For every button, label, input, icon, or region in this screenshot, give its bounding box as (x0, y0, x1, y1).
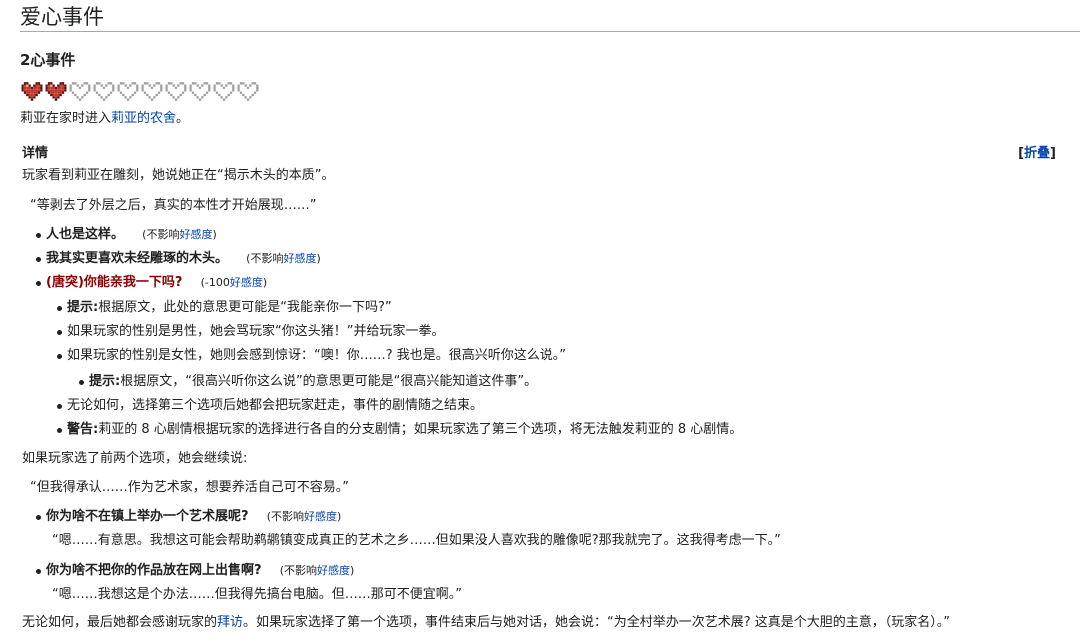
bullet (36, 569, 41, 574)
option-art-show-note: (不影响好感度) (267, 510, 342, 523)
collapse-link[interactable]: 折叠 (1024, 146, 1050, 161)
hint-1: 提示:根据原文，此处的意思更可能是“我能亲你一下吗?” (67, 299, 392, 317)
farmhouse-link[interactable]: 莉亚的农舍 (111, 111, 176, 126)
heart-empty-icon (69, 82, 91, 101)
heart-empty-icon (93, 82, 115, 101)
location-prefix: 莉亚在家时进入 (20, 111, 112, 126)
male-reaction: 如果玩家的性别是男性，她会骂玩家“你这头猪！”并给玩家一拳。 (67, 324, 445, 339)
note-suffix: ) (262, 276, 268, 289)
bullet (36, 257, 41, 262)
option-2[interactable]: 我其实更喜欢未经雕琢的木头。 (不影响好感度) (46, 250, 321, 268)
affection-link[interactable]: 好感度 (304, 510, 337, 523)
page-title: 爱心事件 (20, 5, 104, 29)
option-art-show[interactable]: 你为啥不在镇上举办一个艺术展呢? (不影响好感度) (46, 508, 341, 526)
affection-link[interactable]: 好感度 (283, 252, 316, 265)
outcome-note: 无论如何，选择第三个选项后她都会把玩家赶走，事件的剧情随之结束。 (67, 398, 484, 413)
toggle-bracket-close: ] (1050, 146, 1056, 161)
bullet (36, 233, 41, 238)
female-reaction: 如果玩家的性别是女性，她则会感到惊讶：“噢！你……? 我也是。很高兴听你这么说。… (67, 348, 567, 363)
quote-2: “但我得承认……作为艺术家，想要养活自己可不容易。” (30, 480, 349, 495)
visit-link[interactable]: 拜访 (217, 615, 243, 630)
affection-link[interactable]: 好感度 (317, 564, 350, 577)
note-prefix: (不影响 (266, 510, 304, 523)
final-text: 无论如何，最后她都会感谢玩家的拜访。如果玩家选择了第一个选项，事件结束后与她对话… (22, 614, 950, 632)
option-online-sale[interactable]: 你为啥不把你的作品放在网上出售啊? (不影响好感度) (46, 562, 354, 580)
option-3[interactable]: (唐突)你能亲我一下吗? (-100好感度) (46, 274, 267, 292)
note-prefix: (不影响 (142, 228, 180, 241)
option-1-text: 人也是这样。 (46, 227, 125, 242)
note-suffix: ) (349, 564, 355, 577)
heart-filled-icon (21, 82, 43, 101)
quote-1: “等剥去了外层之后，真实的本性才开始展现……” (30, 198, 317, 213)
option-3-text: (唐突)你能亲我一下吗? (46, 275, 183, 290)
heart-empty-icon (117, 82, 139, 101)
heart-empty-icon (165, 82, 187, 101)
affection-link[interactable]: 好感度 (230, 276, 263, 289)
title-divider (20, 31, 1080, 32)
bullet (57, 404, 62, 409)
note-prefix: (-100 (200, 276, 230, 289)
hint-label: 提示: (89, 374, 121, 389)
location-line: 莉亚在家时进入莉亚的农舍。 (20, 110, 189, 128)
note-suffix: ) (316, 252, 321, 265)
bullet (36, 515, 41, 520)
option-1[interactable]: 人也是这样。 (不影响好感度) (46, 226, 217, 244)
hint-text: 根据原文，此处的意思更可能是“我能亲你一下吗?” (98, 300, 392, 315)
note-prefix: (不影响 (279, 564, 317, 577)
heart-empty-icon (141, 82, 163, 101)
bullet (57, 330, 62, 335)
hint-2: 提示:根据原文，“很高兴听你这么说”的意思更可能是“很高兴能知道这件事”。 (89, 373, 537, 391)
heart-filled-icon (45, 82, 67, 101)
reply-art-show: “嗯……有意思。我想这可能会帮助鹈鹕镇变成真正的艺术之乡……但如果没人喜欢我的雕… (52, 533, 781, 548)
intro-text: 玩家看到莉亚在雕刻，她说她正在“揭示木头的本质”。 (22, 168, 335, 183)
warning-label: 警告: (67, 422, 99, 437)
section-heading: 2心事件 (20, 51, 76, 69)
option-3-note: (-100好感度) (201, 276, 268, 289)
reply-online-sale: “嗯……我想这是个办法……但我得先搞台电脑。但……那可不便宜啊。” (52, 587, 462, 602)
option-online-sale-text: 你为啥不把你的作品放在网上出售啊? (46, 563, 262, 578)
affection-link[interactable]: 好感度 (179, 228, 212, 241)
bullet (57, 354, 62, 359)
option-art-show-text: 你为啥不在镇上举办一个艺术展呢? (46, 509, 249, 524)
hint-text: 根据原文，“很高兴听你这么说”的意思更可能是“很高兴能知道这件事”。 (120, 374, 538, 389)
location-suffix: 。 (176, 111, 190, 126)
heart-empty-icon (189, 82, 211, 101)
warning-note: 警告:莉亚的 8 心剧情根据玩家的选择进行各自的分支剧情；如果玩家选了第三个选项… (67, 421, 742, 439)
bullet (57, 428, 62, 433)
option-online-sale-note: (不影响好感度) (280, 564, 355, 577)
details-label: 详情 (22, 146, 49, 161)
note-suffix: ) (212, 228, 217, 241)
bullet (57, 306, 62, 311)
final-prefix: 无论如何，最后她都会感谢玩家的 (22, 615, 218, 630)
bullet (79, 380, 84, 385)
heart-empty-icon (213, 82, 235, 101)
warning-text: 莉亚的 8 心剧情根据玩家的选择进行各自的分支剧情；如果玩家选了第三个选项，将无… (98, 422, 743, 437)
heart-meter (20, 81, 260, 102)
note-suffix: ) (336, 510, 342, 523)
note-prefix: (不影响 (246, 252, 284, 265)
hint-label: 提示: (67, 300, 99, 315)
option-1-note: (不影响好感度) (142, 228, 217, 241)
continue-text: 如果玩家选了前两个选项，她会继续说: (22, 451, 248, 466)
option-2-text: 我其实更喜欢未经雕琢的木头。 (46, 251, 229, 266)
bullet (36, 281, 41, 286)
final-suffix: 。如果玩家选择了第一个选项，事件结束后与她对话，她会说：“为全村举办一次艺术展?… (243, 615, 951, 630)
option-2-note: (不影响好感度) (246, 252, 321, 265)
collapse-toggle[interactable]: [折叠] (1018, 142, 1056, 161)
heart-empty-icon (237, 82, 259, 101)
